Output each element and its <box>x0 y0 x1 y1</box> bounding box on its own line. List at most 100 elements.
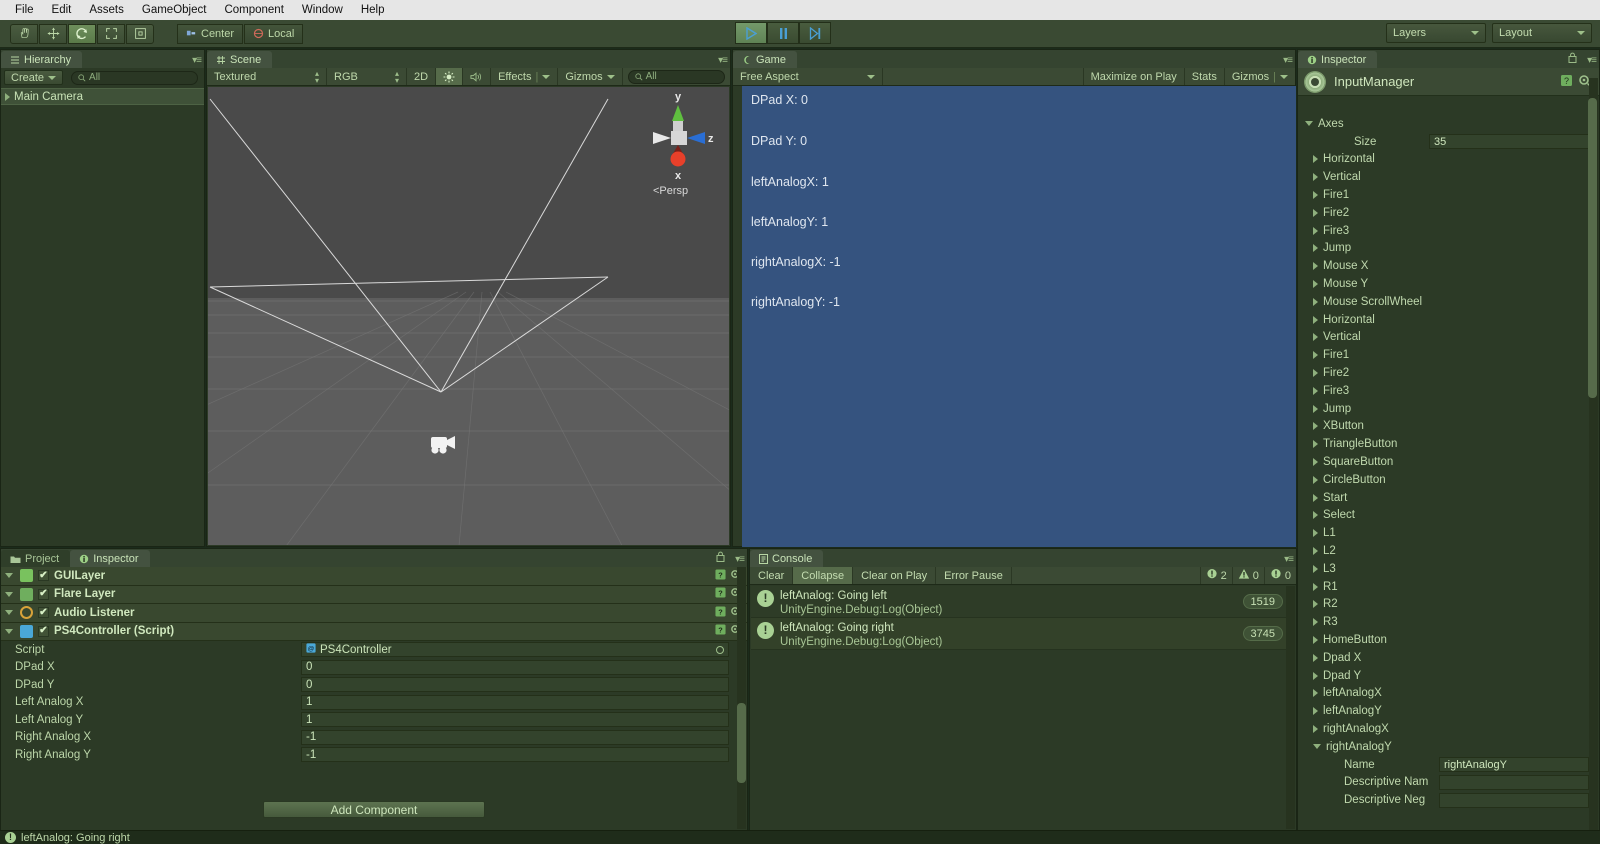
color-mode-dropdown[interactable]: RGB ▴ ▾ <box>327 68 407 85</box>
scale-tool-button[interactable] <box>97 23 125 44</box>
layout-dropdown[interactable]: Layout <box>1492 23 1592 43</box>
bottom-inspector-panel-menu-icon[interactable]: ▾≡ <box>735 554 745 565</box>
axes-root-foldout[interactable]: Axes <box>1299 115 1589 133</box>
menu-item-assets[interactable]: Assets <box>80 2 133 18</box>
hierarchy-panel-menu-icon[interactable]: ▾≡ <box>192 55 202 66</box>
help-icon[interactable]: ? <box>715 569 726 583</box>
console-log-entry[interactable]: ! leftAnalog: Going left UnityEngine.Debug… <box>751 586 1286 618</box>
expand-arrow-icon[interactable] <box>1313 582 1318 591</box>
property-input[interactable]: 0 <box>301 677 729 693</box>
expand-arrow-icon[interactable] <box>1313 529 1318 538</box>
axis-row[interactable]: L2 <box>1299 542 1589 560</box>
menu-item-help[interactable]: Help <box>352 2 394 18</box>
bottom-inspector-scrollbar-track[interactable] <box>737 567 746 829</box>
collapse-arrow-icon[interactable] <box>1313 744 1321 750</box>
expand-arrow-icon[interactable] <box>1313 280 1318 289</box>
tab-console[interactable]: Console <box>750 550 824 567</box>
tab-bottom-inspector[interactable]: Inspector <box>70 550 150 567</box>
menu-item-component[interactable]: Component <box>215 2 292 18</box>
expand-arrow-icon[interactable] <box>1313 333 1318 342</box>
expand-arrow-icon[interactable] <box>1313 636 1318 644</box>
menu-item-gameobject[interactable]: GameObject <box>133 2 216 18</box>
scene-orientation-gizmo[interactable]: y z x <Persp <box>635 87 721 197</box>
layers-dropdown[interactable]: Layers <box>1386 23 1486 43</box>
collapse-arrow-icon[interactable] <box>5 628 13 634</box>
expand-arrow-icon[interactable] <box>1313 511 1318 520</box>
property-input[interactable]: -1 <box>301 729 729 745</box>
expand-arrow-icon[interactable] <box>1313 653 1318 662</box>
create-menu-button[interactable]: Create <box>4 70 64 85</box>
console-button-error-pause[interactable]: Error Pause <box>936 567 1012 584</box>
component-enabled-checkbox[interactable]: ✔ <box>38 588 49 600</box>
console-counter-error[interactable]: 0 <box>1263 567 1296 584</box>
expand-arrow-icon[interactable] <box>1313 671 1318 680</box>
inspector-panel-menu-icon[interactable]: ▾≡ <box>1587 55 1597 66</box>
expand-arrow-icon[interactable] <box>1313 618 1318 627</box>
collapse-arrow-icon[interactable] <box>5 591 13 597</box>
toggle-audio-button[interactable] <box>463 68 492 85</box>
aspect-ratio-dropdown[interactable]: Free Aspect <box>733 68 883 85</box>
axis-row[interactable]: Fire3 <box>1299 222 1589 240</box>
hierarchy-search-input[interactable]: All <box>71 70 198 85</box>
draw-mode-dropdown[interactable]: Textured ▴ ▾ <box>207 68 327 85</box>
axis-row-expanded[interactable]: rightAnalogY <box>1299 738 1589 756</box>
game-gizmos-dropdown[interactable]: Gizmos | <box>1225 68 1295 85</box>
expand-arrow-icon[interactable] <box>1313 689 1318 698</box>
collapse-arrow-icon[interactable] <box>5 573 13 579</box>
console-button-clear-on-play[interactable]: Clear on Play <box>853 567 937 584</box>
component-enabled-checkbox[interactable]: ✔ <box>38 570 49 582</box>
expand-arrow-icon[interactable] <box>1313 351 1318 360</box>
pivot-mode-button[interactable]: Center <box>177 23 244 44</box>
tab-scene[interactable]: Scene <box>207 51 273 68</box>
help-icon[interactable]: ? <box>715 606 726 620</box>
expand-arrow-icon[interactable] <box>1313 493 1318 502</box>
axis-row[interactable]: R2 <box>1299 596 1589 614</box>
inspector-scrollbar-thumb[interactable] <box>1588 98 1597 398</box>
expand-arrow-icon[interactable] <box>1313 369 1318 378</box>
tab-hierarchy[interactable]: Hierarchy <box>1 51 83 68</box>
console-scrollbar-track[interactable] <box>1286 586 1295 829</box>
expand-arrow-icon[interactable] <box>1313 422 1318 431</box>
expand-arrow-icon[interactable] <box>1313 600 1318 609</box>
axis-row[interactable]: R3 <box>1299 613 1589 631</box>
axis-row[interactable]: Fire3 <box>1299 382 1589 400</box>
axis-row[interactable]: Horizontal <box>1299 311 1589 329</box>
expand-arrow-icon[interactable] <box>1313 547 1318 556</box>
inspector-lock-icon[interactable] <box>1568 52 1577 66</box>
move-tool-button[interactable] <box>39 23 67 44</box>
toggle-2d-button[interactable]: 2D <box>407 68 437 85</box>
pause-button[interactable] <box>767 22 799 44</box>
property-input[interactable]: 0 <box>301 659 729 675</box>
menu-item-edit[interactable]: Edit <box>43 2 81 18</box>
bottom-inspector-scrollbar-thumb[interactable] <box>737 703 746 783</box>
axis-row[interactable]: SquareButton <box>1299 453 1589 471</box>
game-viewport[interactable]: DPad X: 0 DPad Y: 0 leftAnalogX: 1 leftA… <box>742 86 1296 547</box>
add-component-button[interactable]: Add Component <box>263 801 485 818</box>
expand-arrow-icon[interactable] <box>1313 226 1318 235</box>
axis-row[interactable]: Mouse ScrollWheel <box>1299 293 1589 311</box>
status-bar[interactable]: ! leftAnalog: Going right <box>0 830 1600 844</box>
expand-arrow-icon[interactable] <box>1313 386 1318 395</box>
play-button[interactable] <box>735 22 767 44</box>
step-button[interactable] <box>799 22 831 44</box>
tab-game[interactable]: Game <box>733 51 797 68</box>
console-counter-info[interactable]: 2 <box>1199 567 1232 584</box>
expand-arrow-icon[interactable] <box>1313 458 1318 467</box>
axis-row[interactable]: Dpad Y <box>1299 667 1589 685</box>
coordinate-space-button[interactable]: Local <box>244 23 304 44</box>
game-panel-menu-icon[interactable]: ▾≡ <box>1283 55 1293 66</box>
axis-row[interactable]: Mouse X <box>1299 257 1589 275</box>
tab-inspector[interactable]: Inspector <box>1298 51 1378 68</box>
expand-arrow-icon[interactable] <box>1313 475 1318 484</box>
stats-toggle[interactable]: Stats <box>1185 68 1225 85</box>
axis-field-input[interactable] <box>1439 774 1589 790</box>
axis-row[interactable]: Horizontal <box>1299 151 1589 169</box>
toggle-lighting-button[interactable] <box>436 68 464 85</box>
expand-arrow-icon[interactable] <box>5 92 10 101</box>
axis-row[interactable]: XButton <box>1299 418 1589 436</box>
console-panel-menu-icon[interactable]: ▾≡ <box>1284 554 1294 565</box>
hand-tool-button[interactable] <box>10 23 38 44</box>
maximize-on-play-toggle[interactable]: Maximize on Play <box>1082 68 1185 85</box>
scene-viewport[interactable]: y z x <Persp <box>208 87 729 545</box>
axis-row[interactable]: Start <box>1299 489 1589 507</box>
